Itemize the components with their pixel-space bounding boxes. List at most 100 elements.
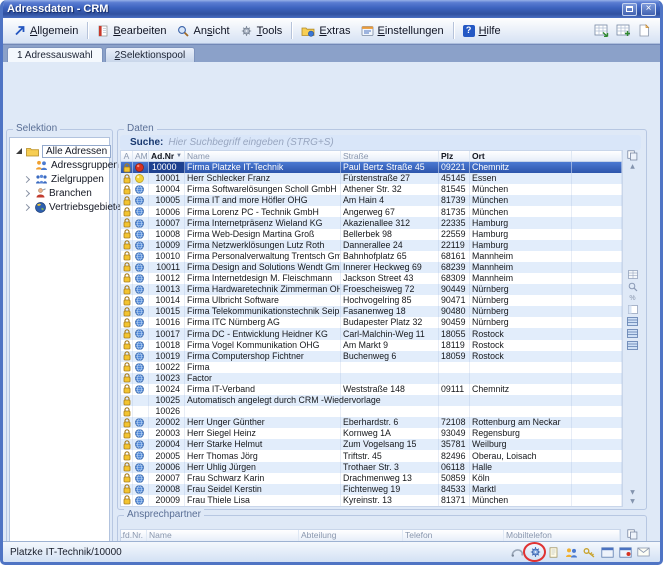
address-row-10010[interactable]: 10010Firma Personalverwaltung Trentsch G… (121, 251, 622, 262)
column-header-ort[interactable]: Ort (470, 151, 572, 161)
users-icon[interactable] (564, 545, 578, 559)
copy-icon[interactable] (627, 150, 638, 161)
menu-item-ansicht[interactable]: Ansicht (172, 22, 235, 40)
address-row-20007[interactable]: 20007Frau Schwarz KarinDrachmenweg 13508… (121, 473, 622, 484)
lock-icon (123, 207, 131, 217)
tab-1-adressauswahl[interactable]: 1 Adressauswahl (7, 47, 103, 62)
address-row-10023[interactable]: 10023Factor (121, 373, 622, 384)
address-row-20006[interactable]: 20006Herr Uhlig JürgenTrothaer Str. 3061… (121, 462, 622, 473)
address-row-10013[interactable]: 10013Firma Hardwaretechnik Zimmerman OHG… (121, 284, 622, 295)
address-row-20002[interactable]: 20002Herr Unger GüntherEberhardstr. 6721… (121, 417, 622, 428)
einstellungen-icon (361, 25, 374, 37)
table-blue-icon[interactable] (627, 317, 638, 326)
address-row-10016[interactable]: 10016Firma ITC Nürnberg AGBudapester Pla… (121, 317, 622, 328)
contacts-column-header-abteilung[interactable]: Abteilung (299, 530, 403, 541)
cell-lock (121, 173, 133, 184)
mini-search-icon[interactable] (628, 282, 638, 292)
tab-2-selektionspool[interactable]: 2 Selektionspool (105, 47, 196, 62)
cell-filler (572, 362, 622, 373)
tree-item-adressgruppen[interactable]: Adressgruppen (10, 158, 109, 172)
copy-icon[interactable] (627, 529, 638, 540)
connect-icon[interactable] (510, 545, 524, 559)
menu-item-tools[interactable]: Tools (235, 22, 288, 40)
column-header-plz[interactable]: Plz (439, 151, 470, 161)
menu-item-bearbeiten[interactable]: Bearbeiten (92, 22, 171, 40)
address-row-10025[interactable]: 10025Automatisch angelegt durch CRM -Wie… (121, 395, 622, 406)
column-header-a[interactable]: A (121, 151, 133, 161)
address-row-10008[interactable]: 10008Firma Web-Design Martina GroßBeller… (121, 229, 622, 240)
scroll-down-icon[interactable]: ▼ (630, 499, 635, 505)
cell-am (133, 373, 149, 384)
address-row-10011[interactable]: 10011Firma Design and Solutions Wendt Gm… (121, 262, 622, 273)
lock-icon (123, 340, 131, 350)
scroll-up-icon[interactable]: ▲ (630, 164, 635, 170)
tree-item-zielgruppen[interactable]: Zielgruppen (10, 172, 109, 186)
tree-collapse-arrow[interactable] (23, 177, 32, 182)
menu-item-allgemein[interactable]: Allgemein (8, 22, 83, 40)
address-row-10007[interactable]: 10007Firma Internetpräsenz Wieland KGAka… (121, 217, 622, 228)
column-header-am[interactable]: AM (133, 151, 149, 161)
column-header-ad-nr[interactable]: Ad.Nr▼ (149, 151, 185, 161)
mail-icon[interactable] (636, 545, 650, 559)
address-row-10026[interactable]: 10026 (121, 406, 622, 417)
menu-item-hilfe[interactable]: ?Hilfe (458, 22, 506, 40)
sync-gear-icon[interactable] (528, 545, 542, 559)
contacts-column-header-mobiltelefon[interactable]: Mobiltelefon (504, 530, 620, 541)
table-blue-icon[interactable] (627, 329, 638, 338)
mini-layout-icon[interactable] (628, 305, 638, 314)
close-button[interactable]: × (641, 3, 656, 16)
address-row-10006[interactable]: 10006Firma Lorenz PC - Technik GmbHAnger… (121, 206, 622, 217)
address-row-10009[interactable]: 10009Firma Netzwerklösungen Lutz RothDan… (121, 240, 622, 251)
menu-item-extras[interactable]: Extras (296, 22, 355, 40)
table-export-icon[interactable] (594, 24, 609, 37)
table-blue-icon[interactable] (627, 341, 638, 350)
new-document-icon[interactable] (638, 24, 650, 37)
address-row-10012[interactable]: 10012Firma Internetdesign M. Fleischmann… (121, 273, 622, 284)
window-alert-icon[interactable] (618, 545, 632, 559)
cell-lock (121, 450, 133, 461)
address-row-20008[interactable]: 20008Frau Seidel KerstinFichtenweg 19845… (121, 484, 622, 495)
contacts-column-header-telefon[interactable]: Telefon (403, 530, 504, 541)
address-row-10004[interactable]: 10004Firma Softwarelösungen Scholl GmbHA… (121, 184, 622, 195)
contacts-column-header-name[interactable]: Name (147, 530, 299, 541)
address-row-20005[interactable]: 20005Herr Thomas JörgTriftstr. 4582496Ob… (121, 450, 622, 461)
tree-collapse-arrow[interactable] (23, 205, 32, 210)
cell-am (133, 351, 149, 362)
tree-item-branchen[interactable]: Branchen (10, 186, 109, 200)
key-icon[interactable] (582, 545, 596, 559)
scroll-down-icon[interactable]: ▼ (630, 490, 635, 496)
address-row-10022[interactable]: 10022Firma (121, 362, 622, 373)
menu-item-label: Extras (319, 25, 350, 37)
address-row-10001[interactable]: 10001Herr Schlecker FranzFürstenstraße 2… (121, 173, 622, 184)
mini-grid-icon[interactable] (628, 270, 638, 279)
address-row-10018[interactable]: 10018Firma Vogel Kommunikation OHGAm Mar… (121, 340, 622, 351)
column-header-name[interactable]: Name (185, 151, 341, 161)
cell-plz: 35781 (439, 439, 470, 450)
strip-section-top: ▲ (627, 150, 638, 170)
address-row-10015[interactable]: 10015Firma Telekommunikationstechnik Sei… (121, 306, 622, 317)
address-row-20009[interactable]: 20009Frau Thiele LisaKyreinstr. 1381371M… (121, 495, 622, 506)
mini-percent-icon[interactable]: % (629, 295, 635, 302)
address-row-10000[interactable]: 10000Firma Platzke IT-TechnikPaul Bertz … (121, 162, 622, 173)
cell-adnr: 10022 (149, 362, 185, 373)
address-row-10017[interactable]: 10017Firma DC - Entwicklung Heidner KGCa… (121, 328, 622, 339)
note-icon[interactable] (546, 545, 560, 559)
column-header-stra-e[interactable]: Straße (341, 151, 439, 161)
contacts-column-header-lfd-nr[interactable]: Lfd.Nr. (121, 530, 147, 541)
address-row-10005[interactable]: 10005Firma IT and more Höfler OHGAm Hain… (121, 195, 622, 206)
table-add-icon[interactable] (616, 24, 631, 37)
address-row-20003[interactable]: 20003Herr Siegel HeinzKornweg 1A93049Reg… (121, 428, 622, 439)
address-row-10019[interactable]: 10019Firma Computershop FichtnerBuchenwe… (121, 351, 622, 362)
tree-item-vertriebsgebiete[interactable]: Vertriebsgebiete (10, 200, 109, 214)
tree-collapse-arrow[interactable] (23, 191, 32, 196)
address-row-10014[interactable]: 10014Firma Ulbricht SoftwareHochvogelrin… (121, 295, 622, 306)
restore-button[interactable] (622, 3, 637, 16)
bearbeiten-icon (97, 25, 109, 37)
tree-item-alle-adressen[interactable]: Alle Adressen (10, 144, 109, 158)
window-icon[interactable] (600, 545, 614, 559)
tree-expand-arrow[interactable] (14, 148, 23, 154)
menu-item-einstellungen[interactable]: Einstellungen (356, 22, 449, 40)
search-input[interactable] (168, 137, 636, 148)
address-row-10024[interactable]: 10024Firma IT-VerbandWeststraße 14809111… (121, 384, 622, 395)
address-row-20004[interactable]: 20004Herr Starke HelmutZum Vogelsang 153… (121, 439, 622, 450)
